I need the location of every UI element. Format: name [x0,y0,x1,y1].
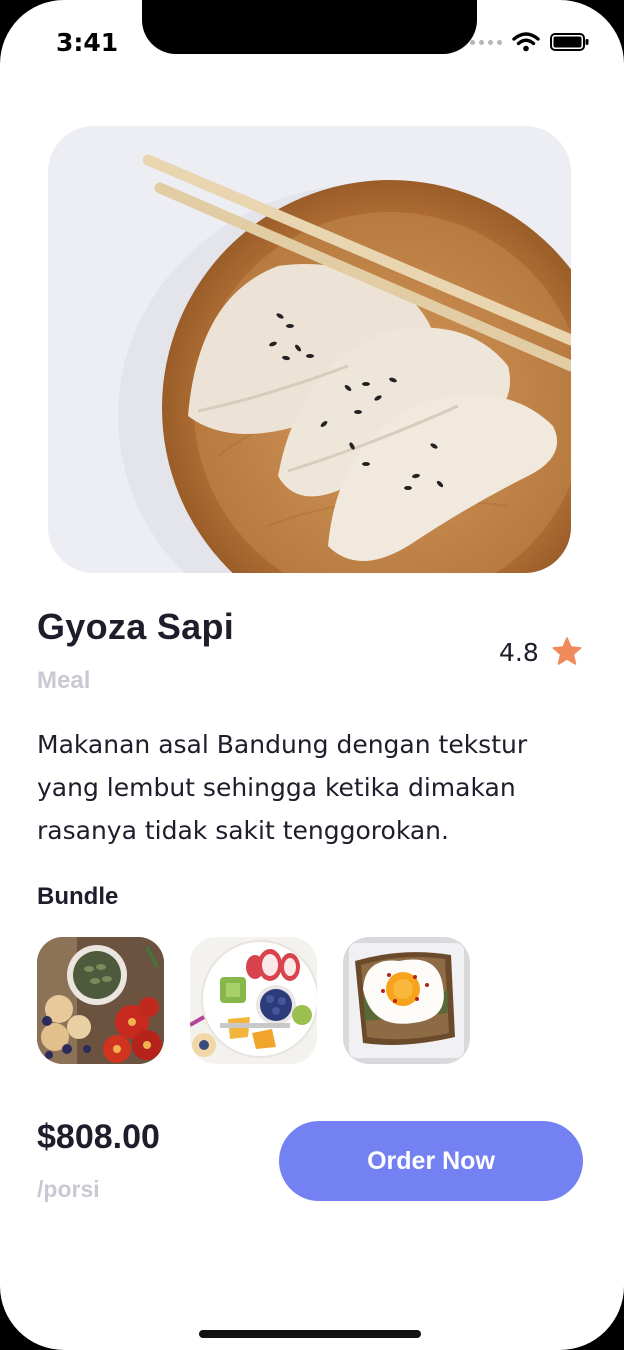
hero-image [48,126,571,573]
product-category: Meal [37,667,91,694]
bundle-item-3[interactable] [343,937,470,1064]
battery-icon [550,33,589,51]
signal-dots-icon [470,39,502,45]
bundle-item-2[interactable] [190,937,317,1064]
wifi-icon [512,32,540,52]
status-icons [470,32,590,52]
phone-screen: 3:41 Gyoza Sapi Meal 4.8 Makanan asal Ba… [0,0,624,1350]
rating: 4.8 [499,636,583,668]
bundle-item-1[interactable] [37,937,164,1064]
product-title: Gyoza Sapi [37,606,235,647]
notch [142,0,477,54]
product-description: Makanan asal Bandung dengan tekstur yang… [37,730,528,845]
order-now-button[interactable]: Order Now [279,1121,583,1201]
bundle-heading: Bundle [37,883,119,910]
price-unit: /porsi [37,1176,100,1202]
home-indicator[interactable] [199,1330,421,1338]
pumpkin-seeds-tomato-board-photo [37,937,164,1064]
price: $808.00 [37,1118,160,1156]
star-icon [552,637,582,665]
fruit-bowl-plate-photo [190,937,317,1064]
status-time: 3:41 [56,28,119,57]
bundle-list [37,937,470,1064]
gyoza-dumplings-photo [48,126,571,573]
rating-value: 4.8 [499,637,539,667]
fried-egg-toast-photo [343,937,470,1064]
